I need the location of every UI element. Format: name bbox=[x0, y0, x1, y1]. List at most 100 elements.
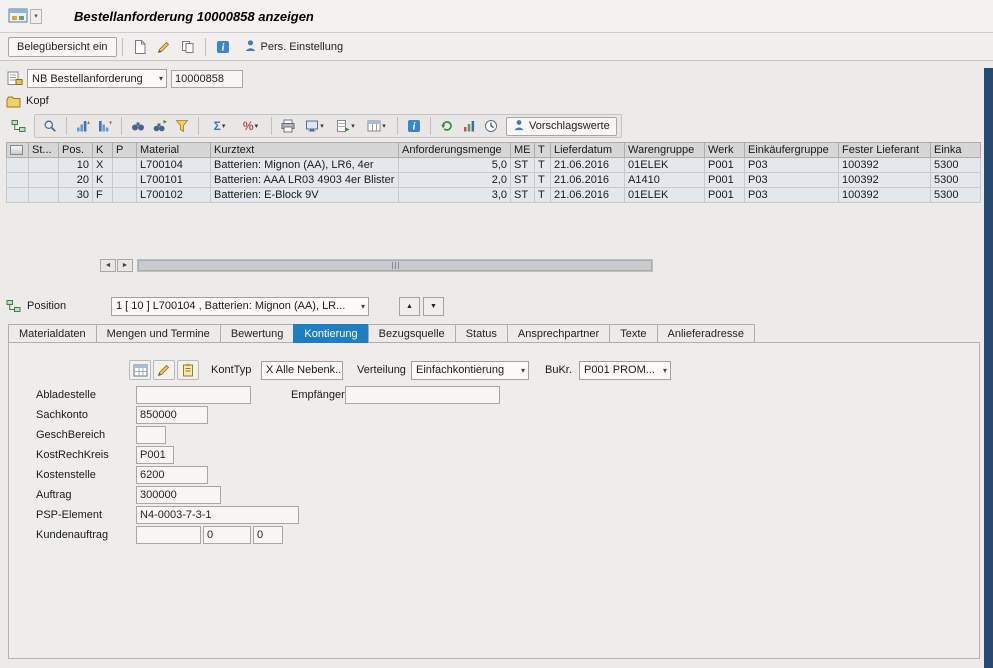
table-row[interactable]: 10X L700104Batterien: Mignon (AA), LR6, 4… bbox=[7, 158, 981, 173]
tab-bezugsquelle[interactable]: Bezugsquelle bbox=[368, 324, 455, 343]
geschbereich-field[interactable] bbox=[136, 426, 166, 444]
table-cell[interactable]: ST bbox=[511, 158, 535, 173]
requisition-number-field[interactable] bbox=[171, 70, 243, 88]
details-icon[interactable] bbox=[39, 116, 61, 136]
table-cell[interactable]: P001 bbox=[705, 188, 745, 203]
table-cell[interactable]: 100392 bbox=[839, 173, 931, 188]
auftrag-field[interactable] bbox=[136, 486, 221, 504]
select-all-header[interactable] bbox=[7, 143, 29, 158]
grid-info-icon[interactable]: i bbox=[403, 116, 425, 136]
scroll-left-button[interactable]: ◄ bbox=[100, 259, 116, 272]
time-icon[interactable] bbox=[480, 116, 502, 136]
table-cell[interactable]: 3,0 bbox=[399, 188, 511, 203]
table-cell[interactable]: T bbox=[535, 188, 551, 203]
table-cell[interactable]: 5300 bbox=[931, 158, 981, 173]
titlebar-menu-button[interactable]: ▾ bbox=[30, 9, 42, 24]
table-row[interactable]: 30FL700102Batterien: E-Block 9V3,0STT21.… bbox=[7, 188, 981, 203]
table-cell[interactable]: 5300 bbox=[931, 173, 981, 188]
header-expand-icon[interactable] bbox=[6, 95, 21, 108]
scroll-right-button[interactable]: ► bbox=[117, 259, 133, 272]
table-cell[interactable]: F bbox=[93, 188, 113, 203]
total-icon[interactable]: Σ ▾ bbox=[204, 116, 235, 136]
table-cell[interactable]: 21.06.2016 bbox=[551, 173, 625, 188]
sort-ascending-icon[interactable] bbox=[72, 116, 94, 136]
table-cell[interactable]: K bbox=[93, 173, 113, 188]
info-icon[interactable]: i bbox=[211, 36, 235, 58]
table-cell[interactable]: ST bbox=[511, 173, 535, 188]
subtotal-icon[interactable]: % ▾ bbox=[235, 116, 266, 136]
vorschlagswerte-button[interactable]: Vorschlagswerte bbox=[506, 117, 617, 136]
table-cell[interactable]: 100392 bbox=[839, 158, 931, 173]
column-header[interactable]: Material bbox=[137, 143, 211, 158]
tab-bewertung[interactable]: Bewertung bbox=[220, 324, 294, 343]
column-header[interactable]: Fester Lieferant bbox=[839, 143, 931, 158]
kostrechkreis-field[interactable] bbox=[136, 446, 174, 464]
column-header[interactable]: T bbox=[535, 143, 551, 158]
konttyp-select[interactable]: X Alle Nebenk... ▾ bbox=[261, 361, 343, 380]
table-cell[interactable] bbox=[29, 173, 59, 188]
repeat-account-assignment-icon[interactable] bbox=[177, 360, 199, 380]
column-header[interactable]: Werk bbox=[705, 143, 745, 158]
tab-texte[interactable]: Texte bbox=[609, 324, 656, 343]
tab-ansprechpartner[interactable]: Ansprechpartner bbox=[507, 324, 609, 343]
table-cell[interactable]: ST bbox=[511, 188, 535, 203]
table-cell[interactable]: 2,0 bbox=[399, 173, 511, 188]
table-cell[interactable]: T bbox=[535, 173, 551, 188]
column-header[interactable]: ME bbox=[511, 143, 535, 158]
table-cell[interactable]: P03 bbox=[745, 188, 839, 203]
table-cell[interactable]: 5300 bbox=[931, 188, 981, 203]
views-icon[interactable]: ▾ bbox=[299, 116, 330, 136]
kundenauftrag-position-field[interactable] bbox=[203, 526, 251, 544]
print-icon[interactable] bbox=[277, 116, 299, 136]
tab-kontierung[interactable]: Kontierung bbox=[293, 324, 367, 343]
table-cell[interactable]: Batterien: AAA LR03 4903 4er Blister bbox=[211, 173, 399, 188]
table-cell[interactable]: T bbox=[535, 158, 551, 173]
multiple-account-assignment-icon[interactable] bbox=[129, 360, 151, 380]
column-header[interactable]: Einka bbox=[931, 143, 981, 158]
table-cell[interactable]: 20 bbox=[59, 173, 93, 188]
refresh-icon[interactable] bbox=[436, 116, 458, 136]
scrollbar-track[interactable] bbox=[137, 259, 653, 272]
tab-materialdaten[interactable]: Materialdaten bbox=[8, 324, 96, 343]
kundenauftrag-sub-field[interactable] bbox=[253, 526, 283, 544]
find-icon[interactable] bbox=[127, 116, 149, 136]
kundenauftrag-field[interactable] bbox=[136, 526, 201, 544]
graphic-icon[interactable] bbox=[458, 116, 480, 136]
tab-anlieferadresse[interactable]: Anlieferadresse bbox=[657, 324, 755, 343]
table-cell[interactable]: L700101 bbox=[137, 173, 211, 188]
table-row[interactable]: 20K L700101Batterien: AAA LR03 4903 4er B… bbox=[7, 173, 981, 188]
table-cell[interactable] bbox=[29, 188, 59, 203]
psp-element-field[interactable] bbox=[136, 506, 299, 524]
table-cell[interactable]: X bbox=[93, 158, 113, 173]
scrollbar-thumb[interactable] bbox=[138, 260, 652, 271]
column-header[interactable]: Warengruppe bbox=[625, 143, 705, 158]
next-item-button[interactable]: ▼ bbox=[423, 297, 444, 316]
table-cell[interactable]: 100392 bbox=[839, 188, 931, 203]
table-cell[interactable]: P001 bbox=[705, 173, 745, 188]
column-header[interactable]: St... bbox=[29, 143, 59, 158]
display-change-icon[interactable] bbox=[152, 36, 176, 58]
table-cell[interactable]: 10 bbox=[59, 158, 93, 173]
table-cell[interactable] bbox=[7, 158, 29, 173]
column-header[interactable]: Anforderungsmenge bbox=[399, 143, 511, 158]
column-header[interactable]: Pos. bbox=[59, 143, 93, 158]
table-cell[interactable]: P001 bbox=[705, 158, 745, 173]
hierarchy-icon[interactable] bbox=[6, 115, 30, 137]
column-header[interactable]: Kurztext bbox=[211, 143, 399, 158]
copy-icon[interactable] bbox=[176, 36, 200, 58]
table-cell[interactable]: 01ELEK bbox=[625, 158, 705, 173]
column-header[interactable]: K bbox=[93, 143, 113, 158]
create-document-icon[interactable] bbox=[128, 36, 152, 58]
document-overview-button[interactable]: Belegübersicht ein bbox=[8, 37, 117, 57]
table-cell[interactable] bbox=[113, 158, 137, 173]
table-cell[interactable]: L700104 bbox=[137, 158, 211, 173]
table-cell[interactable] bbox=[7, 173, 29, 188]
export-icon[interactable]: ▾ bbox=[330, 116, 361, 136]
find-next-icon[interactable] bbox=[149, 116, 171, 136]
table-cell[interactable]: P03 bbox=[745, 173, 839, 188]
sort-descending-icon[interactable] bbox=[94, 116, 116, 136]
table-cell[interactable] bbox=[7, 188, 29, 203]
table-cell[interactable]: Batterien: Mignon (AA), LR6, 4er bbox=[211, 158, 399, 173]
abladestelle-field[interactable] bbox=[136, 386, 251, 404]
table-cell[interactable]: 5,0 bbox=[399, 158, 511, 173]
